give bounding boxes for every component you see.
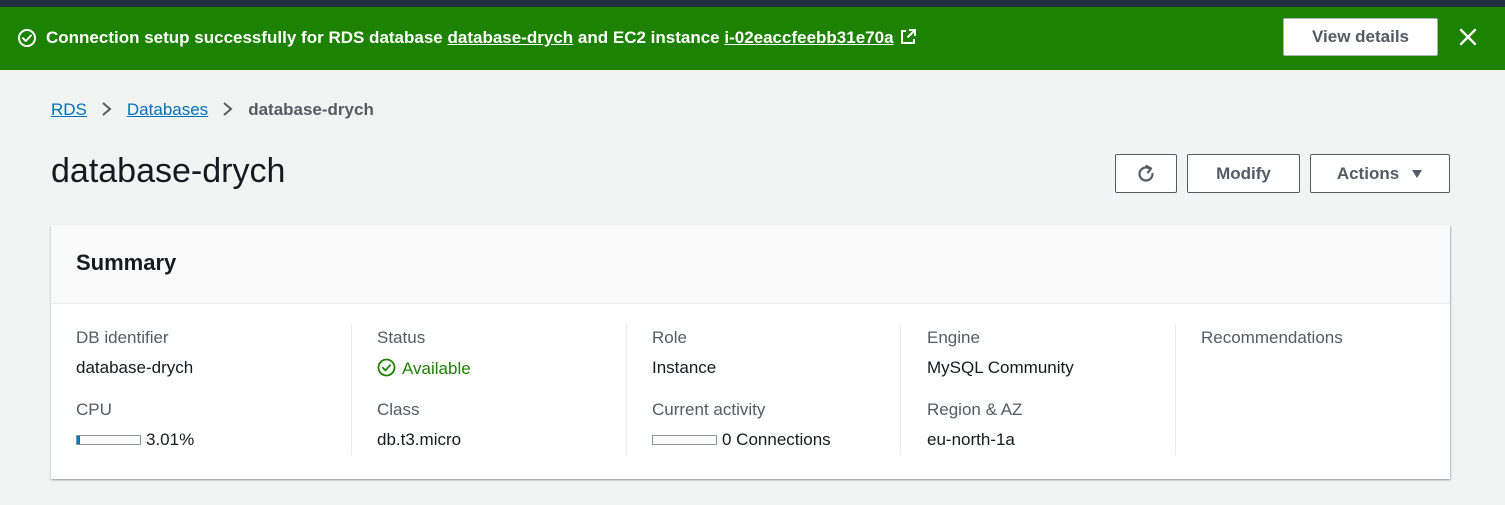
flash-message: Connection setup successfully for RDS da…	[46, 28, 917, 48]
chevron-right-icon	[223, 102, 233, 116]
close-icon[interactable]	[1456, 25, 1480, 49]
flash-db-link[interactable]: database-drych	[448, 28, 574, 47]
status-label: Status	[377, 328, 426, 347]
breadcrumb: RDS Databases database-drych	[51, 99, 374, 121]
flash-ec2-link[interactable]: i-02eaccfeebb31e70a	[724, 28, 893, 47]
summary-panel: Summary DB identifier database-drych CPU…	[51, 225, 1450, 479]
caret-down-icon	[1412, 169, 1423, 178]
actions-label: Actions	[1336, 163, 1400, 183]
activity-progress-bar	[652, 435, 717, 445]
summary-column-identifier: DB identifier database-drych CPU 3.01%	[76, 325, 351, 455]
column-divider	[351, 324, 352, 455]
summary-panel-header: Summary	[51, 225, 1450, 304]
engine-value: MySQL Community	[927, 358, 1074, 377]
flash-message-prefix: Connection setup successfully for RDS da…	[46, 28, 443, 47]
actions-dropdown-button[interactable]: Actions	[1310, 154, 1450, 193]
modify-button[interactable]: Modify	[1187, 154, 1300, 193]
column-divider	[900, 324, 901, 455]
column-divider	[1175, 324, 1176, 455]
summary-title: Summary	[76, 250, 177, 275]
summary-column-recommendations: Recommendations	[1201, 325, 1426, 455]
region-az-label: Region & AZ	[927, 400, 1023, 419]
flash-message-middle: and EC2 instance	[577, 28, 720, 47]
cpu-progress-fill	[77, 436, 80, 444]
class-value: db.t3.micro	[377, 430, 462, 449]
breadcrumb-databases-link[interactable]: Databases	[127, 100, 208, 119]
current-activity-label: Current activity	[652, 400, 766, 419]
status-available-icon	[377, 358, 396, 377]
chevron-right-icon	[102, 102, 112, 116]
status-value-row: Available	[377, 358, 471, 379]
role-value: Instance	[652, 358, 717, 377]
summary-column-role: Role Instance Current activity 0 Connect…	[652, 325, 901, 455]
refresh-button[interactable]	[1115, 154, 1177, 193]
region-az-value: eu-north-1a	[927, 430, 1015, 449]
role-label: Role	[652, 328, 687, 347]
console-top-bar	[0, 0, 1505, 7]
external-link-icon[interactable]	[899, 28, 917, 46]
column-divider	[626, 324, 627, 455]
db-identifier-value: database-drych	[76, 358, 194, 377]
success-check-icon	[18, 29, 36, 47]
class-label: Class	[377, 400, 420, 419]
success-flash-banner: Connection setup successfully for RDS da…	[0, 7, 1505, 70]
activity-value-row: 0 Connections	[652, 430, 831, 450]
cpu-value: 3.01%	[146, 430, 195, 449]
page-title: database-drych	[51, 152, 286, 190]
db-identifier-label: DB identifier	[76, 328, 169, 347]
recommendations-label: Recommendations	[1201, 328, 1343, 347]
engine-label: Engine	[927, 328, 980, 347]
view-details-button[interactable]: View details	[1283, 18, 1438, 56]
summary-column-status: Status Available Class db.t3.micro	[377, 325, 626, 455]
cpu-progress-bar	[76, 435, 141, 445]
status-value: Available	[402, 359, 471, 378]
breadcrumb-current: database-drych	[248, 100, 374, 119]
cpu-value-row: 3.01%	[76, 430, 194, 450]
breadcrumb-rds-link[interactable]: RDS	[51, 100, 87, 119]
refresh-icon	[1138, 164, 1154, 182]
current-activity-value: 0 Connections	[722, 430, 831, 449]
summary-column-engine: Engine MySQL Community Region & AZ eu-no…	[927, 325, 1176, 455]
cpu-label: CPU	[76, 400, 112, 419]
